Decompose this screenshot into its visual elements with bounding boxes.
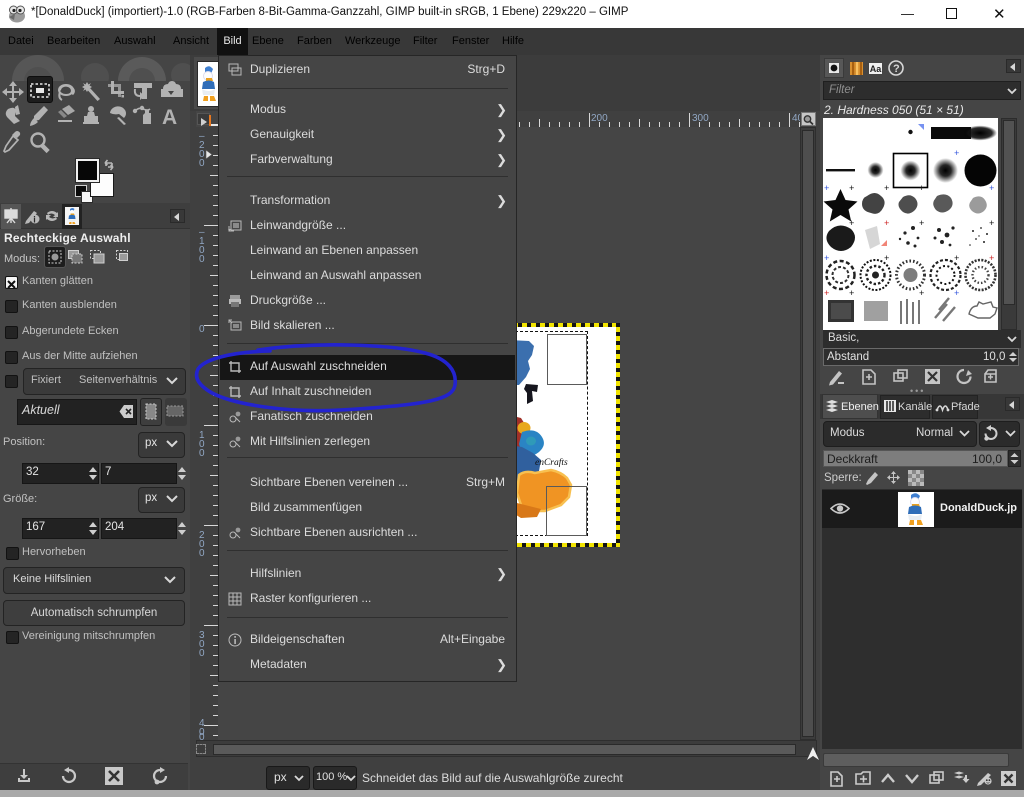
- svg-text:+: +: [884, 184, 889, 194]
- svg-text:+: +: [919, 289, 924, 299]
- svg-text:+: +: [824, 289, 829, 299]
- svg-text:0: 0: [199, 158, 205, 169]
- svg-text:+: +: [849, 184, 854, 194]
- svg-text:A: A: [162, 106, 177, 129]
- svg-text:0: 0: [199, 324, 205, 335]
- svg-text:i: i: [33, 215, 36, 225]
- svg-text:+: +: [954, 149, 959, 159]
- svg-text:0: 0: [199, 732, 205, 740]
- svg-text:+: +: [954, 254, 959, 264]
- svg-text:+: +: [824, 254, 829, 264]
- svg-text:+: +: [989, 184, 994, 194]
- svg-text:+: +: [824, 184, 829, 194]
- svg-text:0: 0: [199, 254, 205, 265]
- svg-text:0: 0: [199, 648, 205, 659]
- svg-text:+: +: [884, 219, 889, 229]
- svg-text:+: +: [989, 254, 994, 264]
- svg-text:0: 0: [199, 548, 205, 559]
- svg-text:?: ?: [893, 63, 900, 75]
- svg-text:+: +: [849, 219, 854, 229]
- svg-text:+: +: [919, 219, 924, 229]
- svg-text:+: +: [954, 289, 959, 299]
- svg-text:+: +: [884, 254, 889, 264]
- svg-text:+: +: [989, 219, 994, 229]
- svg-text:+: +: [919, 184, 924, 194]
- svg-text:0: 0: [199, 448, 205, 459]
- svg-text:+: +: [849, 289, 854, 299]
